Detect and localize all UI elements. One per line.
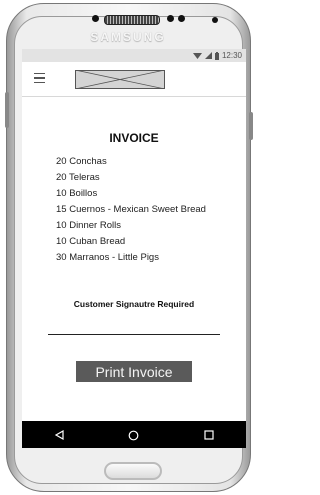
logo-placeholder bbox=[75, 70, 165, 89]
physical-home-button[interactable] bbox=[104, 462, 162, 480]
battery-icon bbox=[214, 51, 219, 60]
list-item: 20 Teleras bbox=[56, 172, 100, 183]
status-bar: 12:30 bbox=[22, 49, 246, 62]
proximity-sensor-dot bbox=[178, 15, 185, 22]
print-invoice-button[interactable]: Print Invoice bbox=[76, 361, 192, 382]
camera-lens-dot bbox=[212, 17, 218, 23]
app-screen: 12:30 INVOICE 20 Conchas 20 Teleras 10 B… bbox=[22, 49, 246, 448]
power-button bbox=[249, 112, 253, 140]
status-time: 12:30 bbox=[221, 51, 242, 60]
list-item: 15 Cuernos - Mexican Sweet Bread bbox=[56, 204, 206, 215]
hamburger-menu-icon[interactable] bbox=[34, 73, 45, 83]
list-item: 30 Marranos - Little Pigs bbox=[56, 252, 159, 263]
list-item: 20 Conchas bbox=[56, 156, 107, 167]
sensor-dot bbox=[92, 15, 99, 22]
signature-line[interactable] bbox=[48, 334, 220, 335]
signal-icon bbox=[204, 52, 212, 59]
back-icon[interactable] bbox=[45, 424, 73, 446]
home-icon[interactable] bbox=[120, 424, 148, 446]
front-camera-dot bbox=[167, 15, 174, 22]
app-bar bbox=[22, 62, 246, 97]
signature-label: Customer Signautre Required bbox=[73, 299, 195, 309]
invoice-title: INVOICE bbox=[109, 131, 159, 145]
list-item: 10 Boillos bbox=[56, 188, 98, 199]
earpiece-speaker bbox=[104, 15, 160, 25]
invoice-item-list: 20 Conchas 20 Teleras 10 Boillos 15 Cuer… bbox=[56, 154, 206, 266]
list-item: 10 Cuban Bread bbox=[56, 236, 126, 247]
wifi-icon bbox=[192, 53, 202, 59]
list-item: 10 Dinner Rolls bbox=[56, 220, 121, 231]
volume-button bbox=[5, 92, 9, 128]
recents-icon[interactable] bbox=[195, 424, 223, 446]
brand-logo: SAMSUNG bbox=[90, 30, 166, 44]
navigation-bar bbox=[22, 421, 246, 448]
